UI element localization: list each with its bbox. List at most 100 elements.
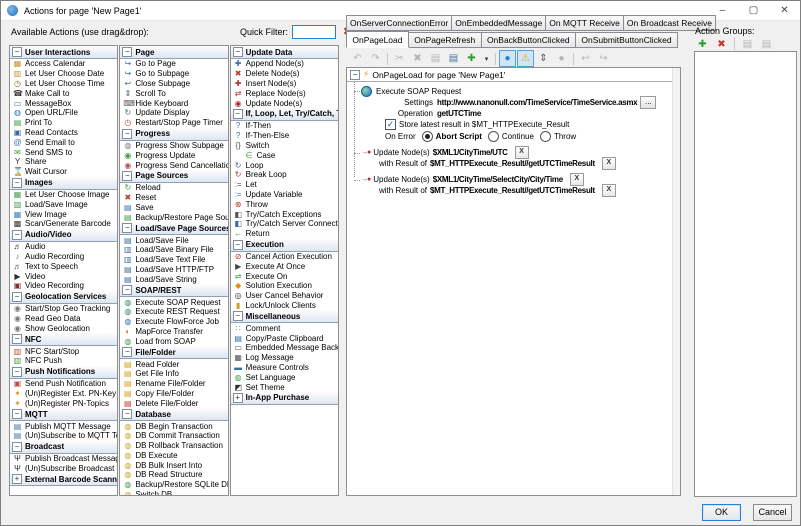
- action-item-user-cancel-behavior[interactable]: ◎User Cancel Behavior: [231, 291, 338, 301]
- maximize-button[interactable]: ▢: [738, 1, 769, 20]
- tab-onpagerefresh[interactable]: OnPageRefresh: [408, 32, 482, 48]
- action-item-db-rollback-transaction[interactable]: ◍DB Rollback Transaction: [120, 441, 227, 451]
- action-item-let[interactable]: :=Let: [231, 180, 338, 190]
- collapse-icon[interactable]: −: [233, 47, 243, 57]
- action-item-update-variable[interactable]: :=Update Variable: [231, 190, 338, 200]
- action-item-messagebox[interactable]: ▭MessageBox: [10, 98, 117, 108]
- on-error-option-abort-script[interactable]: Abort Script: [422, 131, 482, 142]
- collapse-icon[interactable]: −: [233, 109, 243, 119]
- action-item-send-email-to[interactable]: @Send Email to: [10, 137, 117, 147]
- action-item-if-then[interactable]: ?If-Then: [231, 121, 338, 131]
- action-item-rename-file-folder[interactable]: ▤Rename File/Folder: [120, 379, 227, 389]
- action-item-load-save-image[interactable]: ▨Load/Save Image: [10, 199, 117, 209]
- settings-value[interactable]: http://www.nanonull.com/TimeService/Time…: [437, 98, 637, 107]
- section-header-in-app-purchase[interactable]: +In-App Purchase: [231, 392, 338, 405]
- action-item-backup-restore-sqlite-db[interactable]: ◍Backup/Restore SQLite DB: [120, 480, 227, 490]
- action-item-set-theme[interactable]: ◩Set Theme: [231, 382, 338, 392]
- xpath-edit-button[interactable]: X: [570, 173, 584, 186]
- collapse-icon[interactable]: −: [233, 240, 243, 250]
- update-node-target[interactable]: $XML1/CityTime/SelectCity/City/Time: [433, 175, 563, 184]
- collapse-icon[interactable]: −: [12, 178, 22, 188]
- action-item-loop[interactable]: ↻Loop: [231, 160, 338, 170]
- action-item-update-node-s[interactable]: ◉Update Node(s): [231, 98, 338, 108]
- on-error-option-throw[interactable]: Throw: [540, 131, 576, 142]
- collapse-icon[interactable]: −: [122, 285, 132, 295]
- action-item-db-begin-transaction[interactable]: ◍DB Begin Transaction: [120, 421, 227, 431]
- collapse-icon[interactable]: −: [12, 334, 22, 344]
- action-item-read-geo-data[interactable]: ◉Read Geo Data: [10, 314, 117, 324]
- action-item-throw[interactable]: ⊗Throw: [231, 199, 338, 209]
- section-header-soap-rest[interactable]: −SOAP/REST: [120, 284, 227, 297]
- collapse-icon[interactable]: −: [12, 292, 22, 302]
- tab-on-mqtt-receive[interactable]: On MQTT Receive: [545, 15, 624, 31]
- section-header-miscellaneous[interactable]: −Miscellaneous: [231, 310, 338, 323]
- action-item-un-register-ext-pn-key[interactable]: ✦(Un)Register Ext. PN-Key: [10, 389, 117, 399]
- add-group-icon[interactable]: ✚: [694, 36, 711, 53]
- delete-group-icon[interactable]: ✖: [713, 36, 730, 53]
- update-node-row[interactable]: →●Update Node(s)$XML1/CityTime/SelectCit…: [361, 174, 670, 185]
- action-item-show-geolocation[interactable]: ◉Show Geolocation: [10, 323, 117, 333]
- collapse-icon[interactable]: −: [350, 70, 360, 80]
- action-item-read-contacts[interactable]: ▣Read Contacts: [10, 128, 117, 138]
- section-header-user-interactions[interactable]: −User Interactions: [10, 46, 117, 59]
- paste-icon[interactable]: ▤: [445, 50, 462, 67]
- collapse-icon[interactable]: −: [12, 367, 22, 377]
- action-item-switch[interactable]: {}Switch: [231, 141, 338, 151]
- action-item-start-stop-geo-tracking[interactable]: ◉Start/Stop Geo Tracking: [10, 304, 117, 314]
- action-item-load-save-http-ftp[interactable]: ▤Load/Save HTTP/FTP: [120, 265, 227, 275]
- operation-value[interactable]: getUTCTime: [437, 109, 481, 118]
- action-item-reload[interactable]: ↻Reload: [120, 183, 227, 193]
- action-item-read-folder[interactable]: ▤Read Folder: [120, 359, 227, 369]
- action-item-progress-send-cancellation[interactable]: ◉Progress Send Cancellation: [120, 160, 227, 170]
- collapse-icon[interactable]: −: [122, 223, 132, 233]
- xpath-edit-button[interactable]: X: [602, 157, 616, 170]
- action-item-try-catch-exceptions[interactable]: ◧Try/Catch Exceptions: [231, 209, 338, 219]
- action-groups-list[interactable]: [694, 51, 797, 497]
- action-item-copy-paste-clipboard[interactable]: ▤Copy/Paste Clipboard: [231, 333, 338, 343]
- action-item-backup-restore-page-sources[interactable]: ▤Backup/Restore Page Sources: [120, 212, 227, 222]
- tab-onembeddedmessage[interactable]: OnEmbeddedMessage: [451, 15, 546, 31]
- action-item-open-url-file[interactable]: ◍Open URL/File: [10, 108, 117, 118]
- show-info-toggle-icon[interactable]: ●: [499, 50, 516, 67]
- action-item-solution-execution[interactable]: ◆Solution Execution: [231, 281, 338, 291]
- section-header-external-barcode-scanners[interactable]: +External Barcode Scanners: [10, 473, 117, 486]
- action-item-cancel-action-execution[interactable]: ⊘Cancel Action Execution: [231, 252, 338, 262]
- section-header-mqtt[interactable]: −MQTT: [10, 408, 117, 421]
- action-item-execute-soap-request[interactable]: ◍Execute SOAP Request: [120, 297, 227, 307]
- action-item-if-then-else[interactable]: ?If-Then-Else: [231, 131, 338, 141]
- collapse-icon[interactable]: −: [122, 347, 132, 357]
- on-error-option-continue[interactable]: Continue: [488, 131, 534, 142]
- collapse-icon[interactable]: −: [12, 230, 22, 240]
- section-header-page-sources[interactable]: −Page Sources: [120, 170, 227, 183]
- ok-button[interactable]: OK: [702, 504, 741, 521]
- action-item-progress-show-subpage[interactable]: ◍Progress Show Subpage: [120, 141, 227, 151]
- action-item-db-bulk-insert-into[interactable]: ◍DB Bulk Insert Into: [120, 460, 227, 470]
- action-item-set-language[interactable]: ◍Set Language: [231, 372, 338, 382]
- action-item-switch-db[interactable]: ◍Switch DB: [120, 490, 227, 496]
- action-item-load-save-string[interactable]: ▤Load/Save String: [120, 274, 227, 284]
- update-node-target[interactable]: $XML1/CityTime/UTC: [433, 148, 508, 157]
- collapse-icon[interactable]: −: [233, 311, 243, 321]
- add-action-icon[interactable]: ✚: [463, 50, 480, 67]
- quick-filter-input[interactable]: [292, 25, 336, 39]
- section-header-audio-video[interactable]: −Audio/Video: [10, 229, 117, 242]
- section-header-update-data[interactable]: −Update Data: [231, 46, 338, 59]
- tab-onsubmitbuttonclicked[interactable]: OnSubmitButtonClicked: [575, 32, 678, 48]
- section-header-database[interactable]: −Database: [120, 408, 227, 421]
- tab-onserverconnectionerror[interactable]: OnServerConnectionError: [346, 15, 452, 31]
- action-item-append-node-s[interactable]: ✚Append Node(s): [231, 59, 338, 69]
- action-item-video[interactable]: ▶Video: [10, 271, 117, 281]
- action-item-access-calendar[interactable]: ▦Access Calendar: [10, 59, 117, 69]
- section-header-geolocation-services[interactable]: −Geolocation Services: [10, 291, 117, 304]
- action-item-execute-rest-request[interactable]: ◍Execute REST Request: [120, 307, 227, 317]
- action-item-publish-broadcast-message[interactable]: ΨPublish Broadcast Message: [10, 454, 117, 464]
- browse-button[interactable]: ...: [640, 96, 656, 109]
- expand-icon[interactable]: +: [233, 393, 243, 403]
- action-item-let-user-choose-time[interactable]: ◷Let User Choose Time: [10, 79, 117, 89]
- action-item-hide-keyboard[interactable]: ⌨Hide Keyboard: [120, 98, 227, 108]
- action-item-update-display[interactable]: ↻Update Display: [120, 108, 227, 118]
- action-item-close-subpage[interactable]: ↩Close Subpage: [120, 79, 227, 89]
- show-warnings-toggle-icon[interactable]: ⚠: [517, 50, 534, 67]
- section-header-if-loop-let-try-catch-throw[interactable]: −If, Loop, Let, Try/Catch, Throw: [231, 108, 338, 121]
- action-item-execute-flowforce-job[interactable]: ◍Execute FlowForce Job: [120, 317, 227, 327]
